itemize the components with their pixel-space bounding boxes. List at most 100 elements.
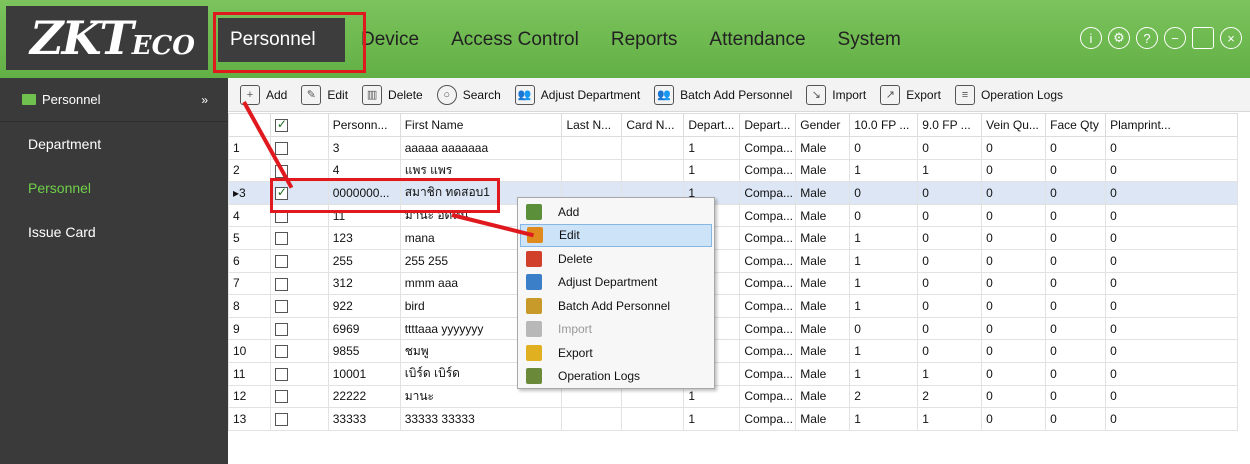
maximize-icon[interactable] [1192, 27, 1214, 49]
table-cell-dname[interactable]: Compa... [739, 248, 797, 273]
table-cell-dname[interactable]: Compa... [739, 384, 797, 409]
row-checkbox[interactable] [274, 232, 288, 246]
table-cell-gender[interactable]: Male [795, 271, 851, 296]
table-cell-fp10[interactable]: 1 [849, 271, 919, 296]
table-cell-gender[interactable]: Male [795, 316, 851, 341]
close-icon[interactable]: × [1220, 27, 1242, 49]
sidebar-item-issue-card[interactable]: Issue Card [0, 210, 228, 254]
context-menu-item[interactable]: Operation Logs [518, 365, 714, 389]
table-cell-gender[interactable]: Male [795, 136, 851, 160]
context-menu-item[interactable]: Delete [518, 247, 714, 271]
column-header[interactable]: 10.0 FP ... [849, 113, 919, 137]
column-header[interactable]: 9.0 FP ... [917, 113, 983, 137]
tab-system[interactable]: System [822, 18, 917, 62]
table-cell-gender[interactable]: Male [795, 158, 851, 183]
table-cell-vein[interactable]: 0 [981, 361, 1047, 386]
row-checkbox[interactable] [274, 390, 288, 404]
table-cell-palm[interactable]: 0 [1105, 361, 1238, 386]
table-cell-checked[interactable] [269, 248, 329, 273]
table-cell-vein[interactable]: 0 [981, 203, 1047, 228]
table-cell-vein[interactable]: 0 [981, 271, 1047, 296]
table-cell-fp10[interactable]: 0 [849, 181, 919, 205]
table-cell-fp10[interactable]: 0 [849, 136, 919, 160]
table-cell-dname[interactable]: Compa... [739, 158, 797, 183]
row-checkbox[interactable] [274, 141, 288, 155]
add-button[interactable]: + Add [240, 84, 287, 105]
table-cell-dname[interactable]: Compa... [739, 407, 797, 431]
table-cell-checked[interactable] [269, 136, 329, 160]
table-cell-dname[interactable]: Compa... [739, 316, 797, 341]
row-checkbox[interactable] [274, 300, 288, 314]
table-row[interactable]: 1 3 aaaaa aaaaaaa 1 Compa... Male 0 0 0 0 0 [228, 136, 1238, 160]
table-cell-first[interactable]: แพร แพร [399, 158, 563, 183]
table-cell-fp9[interactable]: 2 [917, 384, 983, 409]
table-cell-card[interactable] [621, 136, 685, 160]
column-header[interactable]: Personn... [327, 113, 401, 137]
table-cell-last[interactable] [561, 407, 623, 431]
table-cell-vein[interactable]: 0 [981, 226, 1047, 250]
table-cell-fp10[interactable]: 1 [849, 339, 919, 363]
table-cell-vein[interactable]: 0 [981, 136, 1047, 160]
table-cell-vein[interactable]: 0 [981, 339, 1047, 363]
table-cell-dname[interactable]: Compa... [739, 226, 797, 250]
table-row[interactable]: 13 33333 33333 33333 1 Compa... Male 1 1 0 0 0 [228, 407, 1238, 431]
table-cell-n[interactable]: 13 [228, 407, 271, 431]
table-cell-last[interactable] [561, 158, 623, 183]
collapse-icon[interactable]: » [201, 93, 208, 107]
table-cell-checked[interactable] [269, 271, 329, 296]
table-cell-fp9[interactable]: 0 [917, 271, 983, 296]
context-menu-item[interactable]: Adjust Department [518, 271, 714, 295]
table-cell-face[interactable]: 0 [1045, 339, 1107, 363]
table-cell-checked[interactable] [269, 294, 329, 318]
table-cell-palm[interactable]: 0 [1105, 158, 1238, 183]
table-cell-n[interactable]: 12 [228, 384, 271, 409]
row-checkbox[interactable] [274, 254, 288, 268]
row-checkbox[interactable] [274, 209, 288, 223]
table-cell-face[interactable]: 0 [1045, 294, 1107, 318]
tab-device[interactable]: Device [345, 18, 435, 62]
table-cell-fp9[interactable]: 0 [917, 248, 983, 273]
table-cell-palm[interactable]: 0 [1105, 226, 1238, 250]
column-header[interactable]: First Name [399, 113, 563, 137]
table-cell-n[interactable]: 10 [228, 339, 271, 363]
table-cell-id[interactable]: 255 [327, 248, 401, 273]
export-button[interactable]: ↗ Export [880, 84, 941, 105]
table-cell-n[interactable]: 4 [228, 203, 271, 228]
batch-add-personnel-button[interactable]: 👥 Batch Add Personnel [654, 84, 792, 105]
table-cell-face[interactable]: 0 [1045, 361, 1107, 386]
table-cell-first[interactable]: aaaaa aaaaaaa [399, 136, 563, 160]
table-cell-dname[interactable]: Compa... [739, 136, 797, 160]
adjust-department-button[interactable]: 👥 Adjust Department [514, 84, 640, 105]
table-cell-first[interactable]: 33333 33333 [399, 407, 563, 431]
table-cell-palm[interactable]: 0 [1105, 339, 1238, 363]
table-row[interactable]: 11 10001 เบิร์ด เบิร์ด Compa... Male 1 1 0 0 0 [228, 361, 1238, 386]
context-menu-item[interactable]: Batch Add Personnel [518, 294, 714, 318]
table-cell-id[interactable]: 10001 [327, 361, 401, 386]
table-cell-id[interactable]: 0000000... [327, 181, 401, 205]
tab-personnel[interactable]: Personnel [218, 18, 345, 62]
table-cell-palm[interactable]: 0 [1105, 384, 1238, 409]
table-cell-id[interactable]: 312 [327, 271, 401, 296]
table-cell-gender[interactable]: Male [795, 226, 851, 250]
table-cell-dept[interactable]: 1 [683, 158, 741, 183]
table-cell-gender[interactable]: Male [795, 248, 851, 273]
table-cell-face[interactable]: 0 [1045, 316, 1107, 341]
table-cell-id[interactable]: 33333 [327, 407, 401, 431]
table-cell-checked[interactable] [269, 203, 329, 228]
table-cell-gender[interactable]: Male [795, 384, 851, 409]
table-cell-gender[interactable]: Male [795, 181, 851, 205]
table-cell-n[interactable]: 9 [228, 316, 271, 341]
table-cell-fp10[interactable]: 1 [849, 361, 919, 386]
table-cell-id[interactable]: 4 [327, 158, 401, 183]
operation-logs-button[interactable]: ≡ Operation Logs [954, 84, 1063, 105]
table-cell-id[interactable]: 3 [327, 136, 401, 160]
table-cell-fp9[interactable]: 0 [917, 294, 983, 318]
table-cell-fp9[interactable]: 0 [917, 181, 983, 205]
table-cell-n[interactable]: 1 [228, 136, 271, 160]
column-header[interactable]: Plamprint... [1105, 113, 1238, 137]
row-checkbox[interactable] [274, 164, 288, 178]
table-cell-face[interactable]: 0 [1045, 136, 1107, 160]
table-cell-fp10[interactable]: 2 [849, 384, 919, 409]
table-cell-n[interactable]: 5 [228, 226, 271, 250]
table-cell-fp9[interactable]: 0 [917, 136, 983, 160]
